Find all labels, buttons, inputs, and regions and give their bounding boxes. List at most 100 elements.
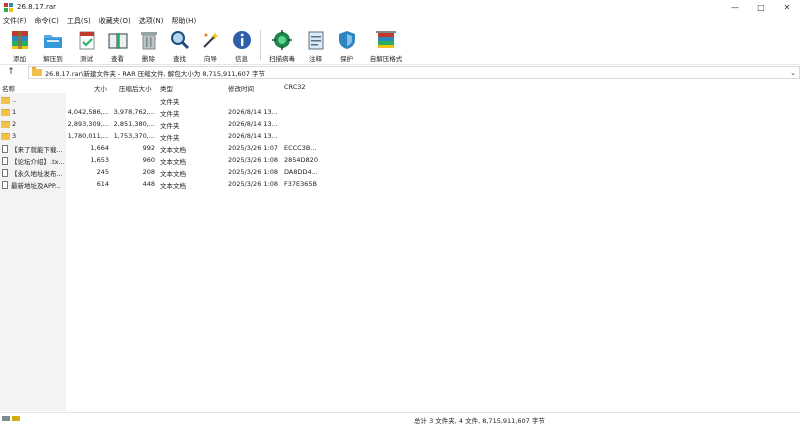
menu-help[interactable]: 帮助(H) (171, 16, 196, 26)
close-icon[interactable]: ✕ (774, 0, 800, 14)
column-header-type[interactable]: 类型 (160, 83, 173, 93)
window-controls: — □ ✕ (722, 0, 800, 14)
table-row[interactable]: 【来了就能下载... 1,664 992 文本文档 2025/3/26 1:07… (0, 142, 800, 154)
info-button[interactable]: 信息 (226, 27, 257, 63)
winrar-app-icon[interactable] (4, 2, 13, 12)
wizard-button-label: 向导 (204, 55, 217, 63)
size-cell: 1,664 (90, 144, 109, 152)
name-cell: .. (1, 96, 65, 104)
extract-to-button[interactable]: 解压到 (35, 27, 71, 63)
protect-button[interactable]: 保护 (331, 27, 362, 63)
type-cell: 文件夹 (160, 122, 180, 130)
mtime-cell: 2026/8/14 13... (228, 108, 278, 116)
file-name: 1 (12, 108, 17, 116)
test-button[interactable]: 测试 (71, 27, 102, 63)
column-header-crc[interactable]: CRC32 (284, 83, 306, 91)
file-name: 最新地址及APP... (11, 182, 61, 190)
wizard-wand-icon (202, 32, 219, 48)
delete-button[interactable]: 删除 (133, 27, 164, 63)
packed-cell: 960 (142, 156, 155, 164)
name-cell: 2 (1, 120, 65, 128)
mtime-cell: 2026/8/14 13... (228, 132, 278, 140)
test-button-label: 测试 (80, 55, 93, 63)
menu-tools[interactable]: 工具(S) (67, 16, 91, 26)
text-file-icon (2, 181, 8, 189)
column-header-name[interactable]: 名称 (2, 83, 15, 93)
sfx-icon (376, 31, 396, 48)
delete-button-label: 删除 (142, 55, 155, 63)
name-cell: 【论坛介绍】.tx... (1, 156, 65, 166)
maximize-icon[interactable]: □ (748, 0, 774, 14)
menu-commands[interactable]: 命令(C) (35, 16, 59, 26)
virus-scan-icon (272, 30, 292, 50)
wizard-button[interactable]: 向导 (195, 27, 226, 63)
table-row[interactable]: 1 4,042,586,... 3,978,762,... 文件夹 2026/8… (0, 106, 800, 118)
menu-file[interactable]: 文件(F) (3, 16, 27, 26)
mtime-cell: 2025/3/26 1:07 (228, 144, 278, 152)
find-button[interactable]: 查找 (164, 27, 195, 63)
toolbar: 添加 解压到 测试 查看 删除 查找 向导 信息 扫描病毒 注释 保护 自解压格… (0, 27, 800, 63)
file-name: .. (12, 96, 17, 104)
text-file-icon (2, 157, 8, 165)
packed-cell: 2,851,380,... (113, 120, 155, 128)
name-cell: 3 (1, 132, 65, 140)
column-header-mtime[interactable]: 修改时间 (228, 83, 254, 93)
sfx-button[interactable]: 自解压格式 (362, 27, 410, 63)
mtime-cell: 2025/3/26 1:08 (228, 156, 278, 164)
mtime-cell: 2025/3/26 1:08 (228, 168, 278, 176)
comment-button-label: 注释 (309, 55, 322, 63)
crc-cell: 2854D820 (284, 156, 318, 164)
packed-cell: 208 (142, 168, 155, 176)
file-name: 【永久地址发布... (11, 170, 63, 178)
toolbar-separator (260, 30, 261, 60)
address-field[interactable]: 26.8.17.rar\新建文件夹 - RAR 压缩文件, 解包大小为 8,71… (28, 66, 800, 79)
key-icon[interactable] (12, 416, 20, 421)
type-cell: 文本文档 (160, 170, 186, 178)
chevron-down-icon[interactable]: ⌄ (790, 69, 796, 77)
text-file-icon (2, 145, 8, 153)
table-row[interactable]: 最新地址及APP... 614 448 文本文档 2025/3/26 1:08 … (0, 178, 800, 190)
file-list: .. 文件夹 1 4,042,586,... 3,978,762,... 文件夹… (0, 93, 800, 411)
type-cell: 文件夹 (160, 98, 180, 106)
size-cell: 4,042,586,... (67, 108, 109, 116)
table-row[interactable]: 2 2,893,309,... 2,851,380,... 文件夹 2026/8… (0, 118, 800, 130)
title-bar: 26.8.17.rar — □ ✕ (0, 0, 800, 14)
status-icons (2, 415, 22, 422)
find-button-label: 查找 (173, 55, 186, 63)
file-name: 【来了就能下载... (11, 146, 63, 154)
folder-icon (1, 132, 10, 140)
extract-to-icon (44, 35, 62, 48)
comment-button[interactable]: 注释 (300, 27, 331, 63)
mtime-cell: 2026/8/14 13... (228, 120, 278, 128)
view-button[interactable]: 查看 (102, 27, 133, 63)
type-cell: 文本文档 (160, 182, 186, 190)
type-cell: 文件夹 (160, 134, 180, 142)
up-arrow-icon[interactable]: ↑ (0, 65, 22, 79)
menu-options[interactable]: 选项(N) (139, 16, 164, 26)
virus-scan-button[interactable]: 扫描病毒 (264, 27, 300, 63)
table-row[interactable]: 【永久地址发布... 245 208 文本文档 2025/3/26 1:08 D… (0, 166, 800, 178)
table-row[interactable]: .. 文件夹 (0, 94, 800, 106)
crc-cell: F37E365B (284, 180, 317, 188)
column-header-size[interactable]: 大小 (94, 83, 107, 93)
info-icon (232, 31, 251, 49)
folder-icon (1, 108, 10, 116)
file-name: 3 (12, 132, 17, 140)
add-button[interactable]: 添加 (4, 27, 35, 63)
table-row[interactable]: 【论坛介绍】.tx... 1,653 960 文本文档 2025/3/26 1:… (0, 154, 800, 166)
size-cell: 1,780,011,... (67, 132, 109, 140)
packed-cell: 3,978,762,... (113, 108, 155, 116)
add-archive-icon (11, 31, 28, 49)
disk-icon[interactable] (2, 416, 10, 421)
table-row[interactable]: 3 1,780,011,... 1,753,370,... 文件夹 2026/8… (0, 130, 800, 142)
virus-scan-button-label: 扫描病毒 (269, 55, 295, 63)
folder-icon (1, 120, 10, 128)
column-header-packed[interactable]: 压缩后大小 (119, 83, 152, 93)
menu-favorites[interactable]: 收藏夹(O) (99, 16, 131, 26)
name-cell: 【永久地址发布... (1, 168, 65, 178)
minimize-icon[interactable]: — (722, 0, 748, 14)
view-button-label: 查看 (111, 55, 124, 63)
view-book-icon (108, 33, 127, 49)
mtime-cell: 2025/3/26 1:08 (228, 180, 278, 188)
shield-icon (338, 31, 355, 49)
